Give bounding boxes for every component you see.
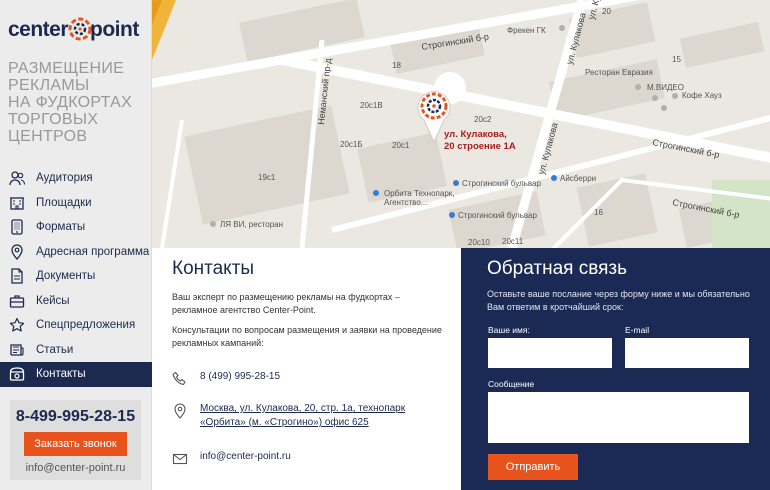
sidebar-email[interactable]: info@center-point.ru <box>10 462 141 474</box>
menu-item-label: Адресная программа <box>36 245 150 258</box>
map-building-number: 20с2 <box>474 115 492 124</box>
menu-item-cases[interactable]: Кейсы <box>0 289 152 314</box>
map-building-number: 20с1Б <box>340 140 363 149</box>
map-poi-label: Айсберри <box>560 174 596 183</box>
menu-item-address-program[interactable]: Адресная программа <box>0 240 152 265</box>
tagline: РАЗМЕЩЕНИЕ РЕКЛАМЫ НА ФУДКОРТАХ ТОРГОВЫХ… <box>8 60 148 145</box>
feedback-section: Обратная связь Оставьте ваше послание че… <box>461 248 770 490</box>
main-menu: Аудитория Площадки Форматы Адресная прог… <box>0 166 152 387</box>
tagline-line: РЕКЛАМЫ <box>8 77 90 94</box>
star-icon <box>8 317 26 333</box>
contact-address-line[interactable]: «Орбита» (м. «Строгино») офис 625 <box>200 416 405 430</box>
map-building-number: 20 <box>602 7 611 16</box>
map-building-number: 20с1 <box>392 141 410 150</box>
map-building-number: 18 <box>392 61 401 70</box>
logo[interactable]: center point <box>8 12 148 46</box>
map-poi-label: Фрекен ГК <box>507 26 546 35</box>
menu-item-label: Площадки <box>36 196 92 209</box>
tagline-line: НА ФУДКОРТАХ <box>8 94 133 111</box>
menu-item-contacts[interactable]: Контакты <box>0 362 152 387</box>
menu-item-venues[interactable]: Площадки <box>0 191 152 216</box>
sidebar-phone[interactable]: 8-499-995-28-15 <box>10 408 141 426</box>
location-pin-icon <box>174 403 186 419</box>
map-building-number: 20с1В <box>360 101 383 110</box>
submit-button[interactable]: Отправить <box>488 454 578 480</box>
tagline-line: ТОРГОВЫХ <box>8 111 99 128</box>
logo-text-left: center <box>8 18 69 41</box>
building-icon <box>8 195 26 211</box>
contacts-title: Контакты <box>172 258 255 279</box>
email-label: E-mail <box>625 325 650 335</box>
contact-email[interactable]: info@center-point.ru <box>200 450 291 464</box>
menu-item-label: Документы <box>36 270 96 283</box>
feedback-title: Обратная связь <box>487 258 627 279</box>
contact-phone-row: 8 (499) 995-28-15 <box>172 370 280 387</box>
feedback-description: Оставьте ваше послание через форму ниже … <box>487 289 750 312</box>
name-label: Ваше имя: <box>488 325 530 335</box>
map-poi-label: Агентство... <box>384 198 427 207</box>
document-icon <box>8 268 26 284</box>
tagline-line: ЦЕНТРОВ <box>8 128 88 145</box>
map-poi-label: Строгинский бульвар <box>462 179 541 188</box>
map-building-number: 19с1 <box>258 173 276 182</box>
menu-item-label: Контакты <box>36 368 86 381</box>
map-building-number: 15 <box>672 55 681 64</box>
name-input[interactable] <box>488 338 612 368</box>
map-poi-label: Кофе Хауз <box>682 91 722 100</box>
menu-item-label: Кейсы <box>36 294 70 307</box>
menu-item-label: Аудитория <box>36 172 93 185</box>
menu-item-label: Статьи <box>36 343 74 356</box>
phone-icon <box>8 366 26 382</box>
map-pin-label: ул. Кулакова, <box>444 129 507 140</box>
map-canvas[interactable]: Строгинский б-р Строгинский б-р Строгинс… <box>152 0 770 248</box>
location-icon <box>8 244 26 260</box>
message-textarea[interactable] <box>488 392 749 443</box>
newspaper-icon <box>8 342 26 358</box>
contacts-intro: Ваш эксперт по размещению рекламы на фуд… <box>172 292 400 315</box>
phone-handset-icon <box>172 371 186 386</box>
menu-item-label: Спецпредложения <box>36 319 136 332</box>
contacts-section: Контакты Ваш эксперт по размещению рекла… <box>152 248 461 490</box>
location-map[interactable]: Строгинский б-р Строгинский б-р Строгинс… <box>152 0 770 248</box>
menu-item-special-offers[interactable]: Спецпредложения <box>0 313 152 338</box>
email-input[interactable] <box>625 338 749 368</box>
contact-phone[interactable]: 8 (499) 995-28-15 <box>200 370 280 384</box>
contact-address-row: Москва, ул. Кулакова, 20, стр. 1а, техно… <box>172 402 405 430</box>
logo-text-right: point <box>90 18 139 41</box>
map-poi-label: ЛЯ ВИ, ресторан <box>220 220 283 229</box>
callback-box: 8-499-995-28-15 Заказать звонок info@cen… <box>10 400 141 480</box>
logo-mark-icon <box>68 17 92 41</box>
map-poi-label: Строгинский бульвар <box>458 211 537 220</box>
contacts-consult-text: Консультации по вопросам размещения и за… <box>172 325 442 348</box>
tagline-line: РАЗМЕЩЕНИЕ <box>8 60 125 77</box>
briefcase-icon <box>8 293 26 309</box>
map-poi-label: Ресторан Евразия <box>585 68 653 77</box>
map-building-number: 16 <box>594 208 603 217</box>
menu-item-label: Форматы <box>36 221 86 234</box>
envelope-icon <box>172 453 188 465</box>
map-building-number: 20с11 <box>502 237 524 246</box>
menu-item-documents[interactable]: Документы <box>0 264 152 289</box>
message-label: Сообщение <box>488 379 535 389</box>
contact-email-row: info@center-point.ru <box>172 450 291 467</box>
tablet-icon <box>8 219 26 235</box>
map-pin-label: 20 строение 1А <box>444 141 516 152</box>
map-poi-label: М.ВИДЕО <box>647 83 684 92</box>
menu-item-formats[interactable]: Форматы <box>0 215 152 240</box>
sidebar: center point РАЗМЕЩЕНИЕ РЕКЛАМЫ НА ФУДКО… <box>0 0 152 490</box>
menu-item-articles[interactable]: Статьи <box>0 338 152 363</box>
request-call-button[interactable]: Заказать звонок <box>24 432 127 456</box>
map-poi-label: Орбита Технопарк, <box>384 189 455 198</box>
menu-item-audience[interactable]: Аудитория <box>0 166 152 191</box>
map-building-number: 20с10 <box>468 238 490 247</box>
users-icon <box>8 170 26 186</box>
contact-address-line[interactable]: Москва, ул. Кулакова, 20, стр. 1а, техно… <box>200 402 405 416</box>
